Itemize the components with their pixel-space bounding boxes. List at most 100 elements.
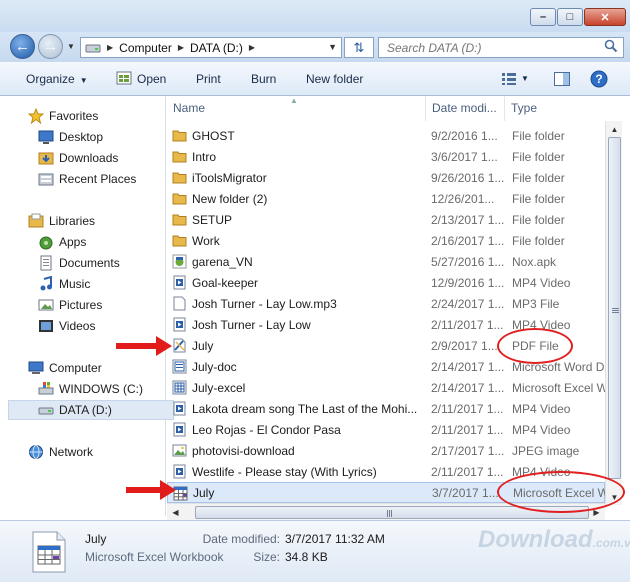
nav-label: Recent Places bbox=[59, 172, 137, 186]
refresh-button[interactable]: ⇅ bbox=[344, 37, 374, 58]
vertical-scrollbar[interactable]: ▲ ▼ bbox=[605, 121, 622, 505]
file-date: 2/14/2017 1... bbox=[431, 359, 505, 374]
file-name: GHOST bbox=[192, 128, 235, 143]
video-icon bbox=[172, 317, 187, 332]
svg-text:?: ? bbox=[595, 72, 602, 86]
file-row[interactable]: Josh Turner - Lay Low.mp3 2/24/2017 1... M… bbox=[167, 293, 605, 314]
file-row[interactable]: photovisi-download 2/17/2017 1... JPEG ima… bbox=[167, 440, 605, 461]
help-icon[interactable]: ? bbox=[590, 70, 608, 88]
watermark-main: Download bbox=[478, 526, 593, 553]
file-type: File folder bbox=[512, 233, 565, 248]
organize-label: Organize bbox=[26, 72, 75, 86]
file-row[interactable]: Work 2/16/2017 1... File folder bbox=[167, 230, 605, 251]
file-row[interactable]: Leo Rojas - El Condor Pasa 2/11/2017 1...… bbox=[167, 419, 605, 440]
drive-icon bbox=[85, 44, 101, 52]
nav-label: Desktop bbox=[59, 130, 104, 144]
file-name: July-excel bbox=[192, 380, 246, 395]
breadcrumb-computer[interactable]: Computer bbox=[119, 41, 172, 55]
vertical-scroll-thumb[interactable] bbox=[608, 137, 621, 479]
chevron-right-icon[interactable]: ▶ bbox=[107, 43, 113, 52]
minimize-button[interactable]: – bbox=[530, 8, 556, 26]
recent-pages-dropdown[interactable]: ▼ bbox=[67, 42, 75, 51]
column-header-type[interactable]: Type bbox=[505, 96, 605, 121]
file-type: JPEG image bbox=[512, 443, 580, 458]
file-name: Work bbox=[192, 233, 220, 248]
file-row[interactable]: July-excel 2/14/2017 1... Microsoft Excel … bbox=[167, 377, 605, 398]
file-name: Westlife - Please stay (With Lyrics) bbox=[192, 464, 377, 479]
nav-label: Documents bbox=[59, 256, 120, 270]
file-row[interactable]: garena_VN 5/27/2016 1... Nox.apk bbox=[167, 251, 605, 272]
file-name: photovisi-download bbox=[192, 443, 295, 458]
file-row[interactable]: SETUP 2/13/2017 1... File folder bbox=[167, 209, 605, 230]
column-header-date[interactable]: Date modi... bbox=[426, 96, 505, 121]
breadcrumb-data-drive[interactable]: DATA (D:) bbox=[190, 41, 243, 55]
nav-data-drive[interactable]: DATA (D:) bbox=[8, 400, 174, 420]
close-icon: ✕ bbox=[600, 11, 610, 24]
new-folder-button[interactable]: New folder bbox=[306, 72, 363, 86]
details-size-label: Size: bbox=[253, 550, 280, 564]
back-button[interactable]: ← bbox=[10, 34, 35, 59]
open-icon bbox=[116, 71, 132, 85]
close-button[interactable]: ✕ bbox=[584, 8, 626, 26]
file-type: File folder bbox=[512, 191, 565, 206]
file-name: Josh Turner - Lay Low.mp3 bbox=[192, 296, 337, 311]
nav-label: Videos bbox=[59, 319, 96, 333]
chevron-right-icon[interactable]: ▶ bbox=[249, 43, 255, 52]
chevron-right-icon[interactable]: ▶ bbox=[178, 43, 184, 52]
details-date-value: 3/7/2017 11:32 AM bbox=[285, 532, 385, 546]
file-date: 2/16/2017 1... bbox=[431, 233, 505, 248]
view-dropdown-icon[interactable]: ▼ bbox=[521, 74, 529, 83]
file-row[interactable]: New folder (2) 12/26/201... File folder bbox=[167, 188, 605, 209]
search-input[interactable] bbox=[379, 38, 599, 57]
file-date: 2/11/2017 1... bbox=[431, 464, 504, 479]
file-name: Goal-keeper bbox=[192, 275, 259, 290]
apps-icon bbox=[39, 236, 53, 250]
file-name: SETUP bbox=[192, 212, 233, 227]
search-icon[interactable] bbox=[604, 39, 618, 53]
file-date: 3/6/2017 1... bbox=[431, 149, 498, 164]
file-name: July bbox=[192, 338, 214, 353]
file-name: July-doc bbox=[192, 359, 237, 374]
documents-icon bbox=[40, 255, 52, 271]
file-type: File folder bbox=[512, 212, 565, 227]
print-button[interactable]: Print bbox=[196, 72, 221, 86]
watermark-suffix: .com.vn bbox=[592, 536, 630, 550]
file-type: MP3 File bbox=[512, 296, 560, 311]
file-row[interactable]: GHOST 9/2/2016 1... File folder bbox=[167, 125, 605, 146]
scroll-up-icon[interactable]: ▲ bbox=[606, 121, 623, 137]
file-name: Intro bbox=[192, 149, 217, 164]
details-file-name: July bbox=[85, 532, 107, 546]
file-type: File folder bbox=[512, 149, 565, 164]
search-box[interactable] bbox=[378, 37, 624, 58]
maximize-button[interactable]: □ bbox=[557, 8, 583, 26]
open-button[interactable]: Open bbox=[137, 72, 166, 86]
address-dropdown-icon[interactable]: ▼ bbox=[328, 42, 337, 52]
music-icon bbox=[40, 276, 52, 291]
file-date: 2/24/2017 1... bbox=[431, 296, 505, 311]
nav-label: Apps bbox=[59, 235, 87, 249]
annotation-arrow-head bbox=[160, 480, 176, 500]
file-name: iToolsMigrator bbox=[192, 170, 267, 185]
forward-button[interactable]: → bbox=[38, 34, 63, 59]
scroll-left-icon[interactable]: ◀ bbox=[167, 504, 184, 520]
view-options-icon[interactable] bbox=[502, 73, 516, 85]
address-bar[interactable]: ▶ Computer ▶ DATA (D:) ▶ ▼ bbox=[80, 37, 342, 58]
burn-button[interactable]: Burn bbox=[251, 72, 276, 86]
file-row[interactable]: Intro 3/6/2017 1... File folder bbox=[167, 146, 605, 167]
window-controls: – □ ✕ bbox=[529, 8, 626, 26]
nav-label: Computer bbox=[49, 361, 102, 375]
nav-label: WINDOWS (C:) bbox=[59, 382, 143, 396]
file-date: 2/13/2017 1... bbox=[431, 212, 505, 227]
file-date: 9/2/2016 1... bbox=[431, 128, 498, 143]
videos-icon bbox=[39, 320, 53, 332]
file-row[interactable]: Lakota dream song The Last of the Mohi..… bbox=[167, 398, 605, 419]
file-row[interactable]: iToolsMigrator 9/26/2016 1... File folder bbox=[167, 167, 605, 188]
organize-button[interactable]: Organize ▼ bbox=[26, 72, 88, 86]
downloads-folder-icon bbox=[38, 152, 54, 165]
file-row[interactable]: Goal-keeper 12/9/2016 1... MP4 Video bbox=[167, 272, 605, 293]
annotation-arrow-head bbox=[156, 336, 172, 356]
preview-pane-icon[interactable] bbox=[554, 72, 570, 86]
word-doc-icon bbox=[172, 359, 187, 374]
pdf-icon bbox=[172, 338, 187, 353]
grip-icon bbox=[387, 510, 388, 517]
